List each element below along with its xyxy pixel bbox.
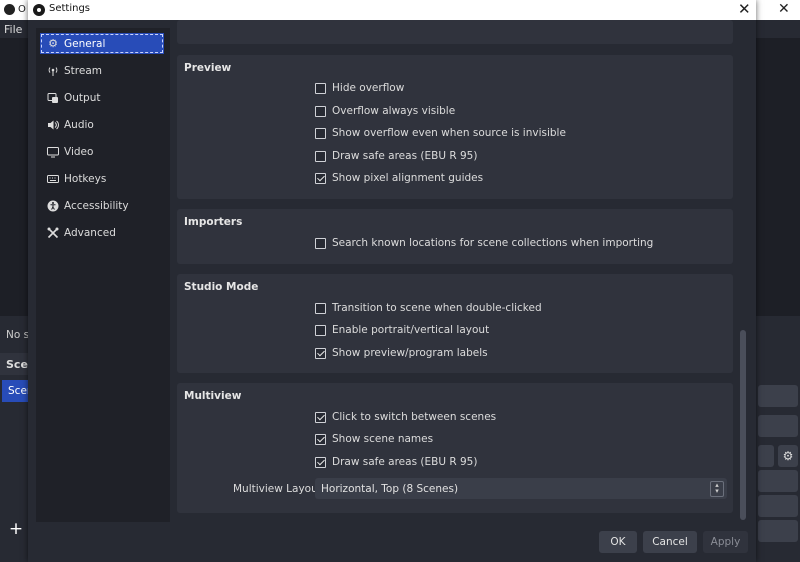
section-title: Importers xyxy=(184,216,243,228)
chevron-updown-icon: ▴ ▾ xyxy=(710,481,724,497)
sidebar-item-stream[interactable]: Stream xyxy=(40,60,164,81)
checkbox-label: Show overflow even when source is invisi… xyxy=(332,127,566,139)
sidebar-item-general[interactable]: ⚙ General xyxy=(40,33,164,54)
checkbox[interactable] xyxy=(315,150,326,162)
controls-button[interactable] xyxy=(758,470,798,492)
show-scene-names-checkbox[interactable]: Show scene names xyxy=(315,431,433,447)
pixel-alignment-guides-checkbox[interactable]: Show pixel alignment guides xyxy=(315,170,483,186)
preview-section: Preview Hide overflow Overflow always vi… xyxy=(177,55,733,199)
checkbox-label: Show preview/program labels xyxy=(332,347,488,359)
multiview-section: Multiview Click to switch between scenes… xyxy=(177,383,733,513)
show-overflow-invisible-checkbox[interactable]: Show overflow even when source is invisi… xyxy=(315,125,566,141)
click-switch-scenes-checkbox[interactable]: Click to switch between scenes xyxy=(315,409,496,425)
ok-button[interactable]: OK xyxy=(599,531,637,553)
checkbox-label: Enable portrait/vertical layout xyxy=(332,324,490,336)
previous-section-panel xyxy=(177,20,733,44)
content-scrollbar[interactable] xyxy=(739,20,747,520)
hide-overflow-checkbox[interactable]: Hide overflow xyxy=(315,80,404,96)
checkbox[interactable] xyxy=(315,347,326,359)
output-icon xyxy=(46,91,60,105)
obs-logo-icon xyxy=(33,4,45,16)
studio-mode-section: Studio Mode Transition to scene when dou… xyxy=(177,274,733,373)
checkbox-label: Show pixel alignment guides xyxy=(332,172,484,184)
checkbox-label: Transition to scene when double-clicked xyxy=(332,302,542,314)
dialog-title: Settings xyxy=(49,3,91,14)
keyboard-icon xyxy=(46,172,60,186)
dialog-titlebar xyxy=(28,0,756,20)
sidebar-item-label: General xyxy=(64,37,106,50)
checkbox-label: Draw safe areas (EBU R 95) xyxy=(332,150,478,162)
tools-icon xyxy=(46,226,60,240)
checkbox[interactable] xyxy=(315,433,326,445)
cancel-button[interactable]: Cancel xyxy=(643,531,697,553)
sidebar-item-label: Advanced xyxy=(64,226,116,239)
checkbox[interactable] xyxy=(315,302,326,314)
controls-button[interactable] xyxy=(758,520,798,542)
settings-dialog: Settings ✕ ⚙ General Stream Output Audio xyxy=(28,0,756,562)
no-source-text: No s xyxy=(6,329,30,341)
checkbox[interactable] xyxy=(315,172,326,184)
controls-button[interactable] xyxy=(758,415,798,437)
multiview-safe-areas-checkbox[interactable]: Draw safe areas (EBU R 95) xyxy=(315,454,477,470)
main-close-icon[interactable]: ✕ xyxy=(778,1,790,17)
checkbox-label: Overflow always visible xyxy=(332,105,456,117)
section-title: Preview xyxy=(184,62,232,74)
multiview-layout-label: Multiview Layout xyxy=(233,483,322,495)
obs-logo-icon xyxy=(4,4,15,15)
sidebar-item-accessibility[interactable]: Accessibility xyxy=(40,195,164,216)
accessibility-icon xyxy=(46,199,60,213)
monitor-icon xyxy=(46,145,60,159)
checkbox[interactable] xyxy=(315,127,326,139)
sidebar-item-video[interactable]: Video xyxy=(40,141,164,162)
portrait-layout-checkbox[interactable]: Enable portrait/vertical layout xyxy=(315,322,489,338)
multiview-layout-select[interactable]: Horizontal, Top (8 Scenes) ▴ ▾ xyxy=(315,478,727,499)
importers-section: Importers Search known locations for sce… xyxy=(177,209,733,264)
checkbox-label: Search known locations for scene collect… xyxy=(332,237,654,249)
controls-button[interactable] xyxy=(758,445,774,467)
section-title: Multiview xyxy=(184,390,242,402)
controls-button[interactable] xyxy=(758,495,798,517)
add-scene-icon[interactable]: + xyxy=(7,520,25,538)
gear-icon[interactable]: ⚙ xyxy=(778,445,798,467)
section-title: Studio Mode xyxy=(184,281,259,293)
controls-button[interactable] xyxy=(758,385,798,407)
speaker-icon xyxy=(46,118,60,132)
apply-button[interactable]: Apply xyxy=(703,531,748,553)
close-icon[interactable]: ✕ xyxy=(738,0,751,18)
sidebar-item-hotkeys[interactable]: Hotkeys xyxy=(40,168,164,189)
controls-dock: ⚙ xyxy=(756,355,800,555)
settings-sidebar: ⚙ General Stream Output Audio Video Hotk… xyxy=(36,28,170,522)
menu-file[interactable]: File xyxy=(4,23,22,36)
search-known-locations-checkbox[interactable]: Search known locations for scene collect… xyxy=(315,235,653,251)
checkbox[interactable] xyxy=(315,411,326,423)
gear-icon: ⚙ xyxy=(48,37,58,50)
transition-double-click-checkbox[interactable]: Transition to scene when double-clicked xyxy=(315,300,542,316)
sidebar-item-advanced[interactable]: Advanced xyxy=(40,222,164,243)
checkbox-label: Show scene names xyxy=(332,433,434,445)
checkbox[interactable] xyxy=(315,82,326,94)
checkbox[interactable] xyxy=(315,324,326,336)
sidebar-item-output[interactable]: Output xyxy=(40,87,164,108)
antenna-icon xyxy=(46,64,60,78)
settings-content: Preview Hide overflow Overflow always vi… xyxy=(177,20,737,520)
sidebar-item-label: Output xyxy=(64,91,101,104)
checkbox[interactable] xyxy=(315,237,326,249)
sidebar-item-label: Video xyxy=(64,145,94,158)
sidebar-item-label: Hotkeys xyxy=(64,172,107,185)
sidebar-item-label: Accessibility xyxy=(64,199,129,212)
checkbox[interactable] xyxy=(315,105,326,117)
checkbox-label: Draw safe areas (EBU R 95) xyxy=(332,456,478,468)
checkbox[interactable] xyxy=(315,456,326,468)
checkbox-label: Hide overflow xyxy=(332,82,405,94)
scrollbar-thumb[interactable] xyxy=(740,330,746,520)
sidebar-item-label: Audio xyxy=(64,118,94,131)
checkbox-label: Click to switch between scenes xyxy=(332,411,497,423)
preview-program-labels-checkbox[interactable]: Show preview/program labels xyxy=(315,345,488,361)
draw-safe-areas-checkbox[interactable]: Draw safe areas (EBU R 95) xyxy=(315,148,477,164)
sidebar-item-label: Stream xyxy=(64,64,102,77)
multiview-layout-value: Horizontal, Top (8 Scenes) xyxy=(321,482,459,495)
main-window-title: O xyxy=(18,4,26,15)
sidebar-item-audio[interactable]: Audio xyxy=(40,114,164,135)
overflow-always-visible-checkbox[interactable]: Overflow always visible xyxy=(315,103,455,119)
